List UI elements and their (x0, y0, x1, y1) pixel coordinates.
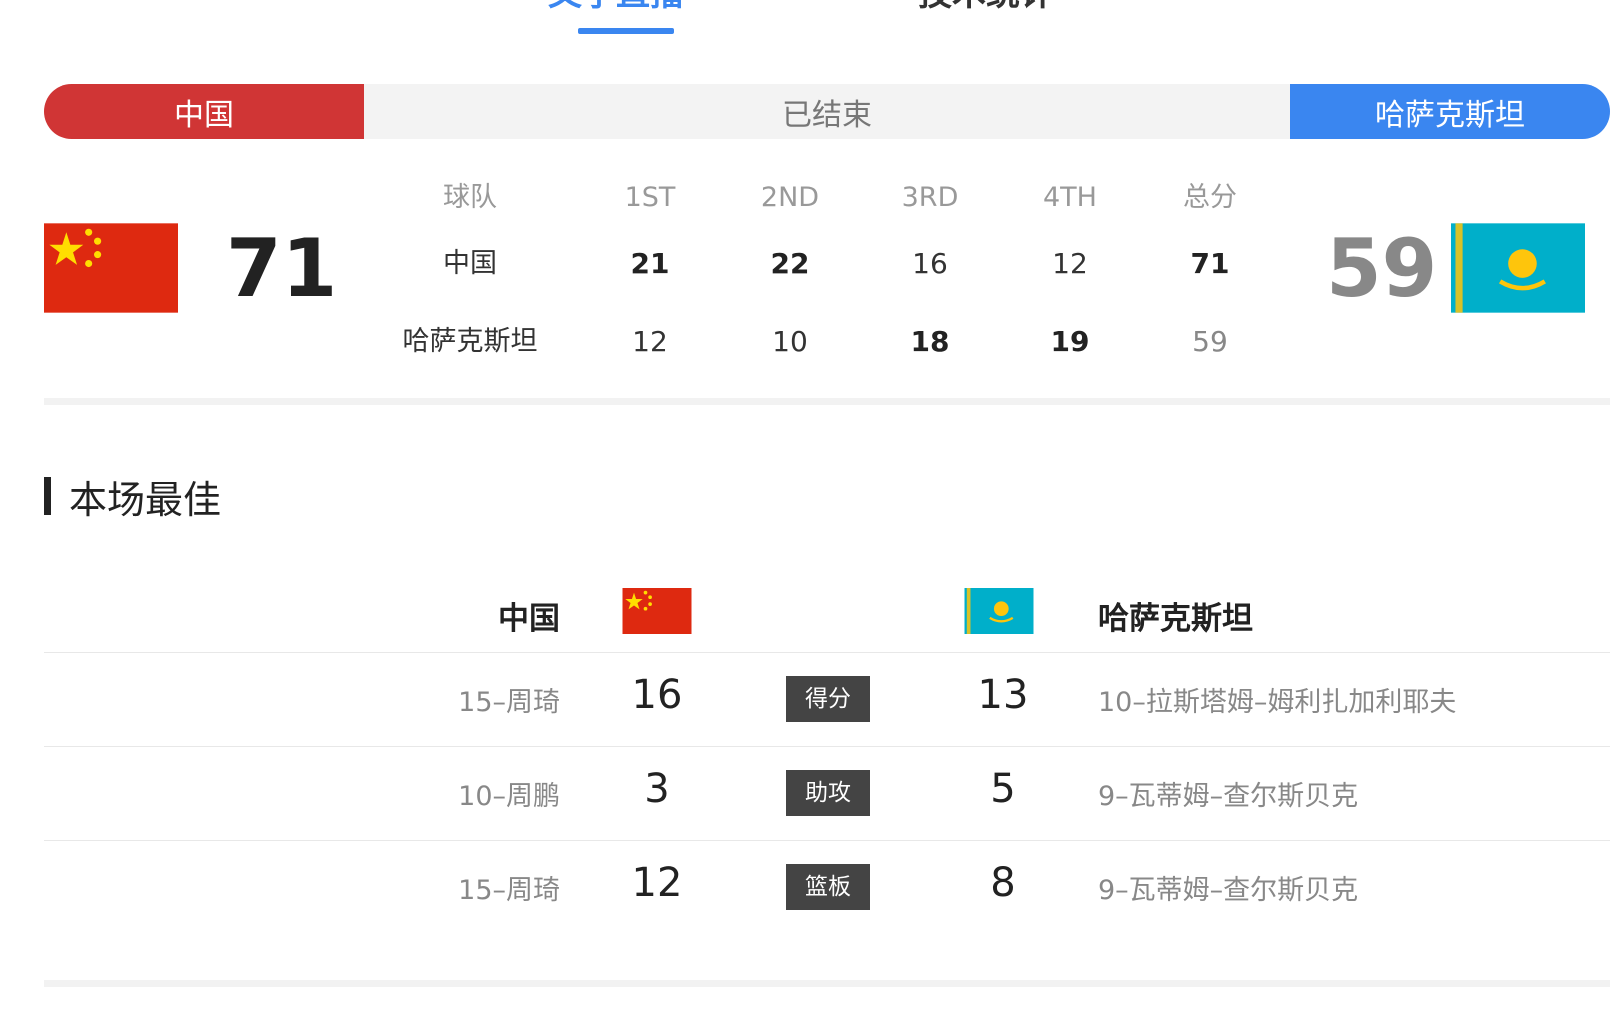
home-total-score: 71 (226, 222, 338, 315)
section-title: 本场最佳 (69, 477, 222, 522)
row-q4: 19 (1050, 325, 1090, 358)
table-row: 中国 21 22 16 12 71 (380, 234, 1260, 294)
stat-category-badge: 篮板 (786, 864, 870, 910)
away-stat-value: 8 (990, 860, 1016, 906)
best-away-team-name: 哈萨克斯坦 (1098, 601, 1253, 637)
tab-live[interactable]: 文字直播 (548, 0, 684, 15)
row-team: 中国 (443, 248, 497, 279)
home-player-name[interactable]: 10–周鹏 (380, 774, 560, 813)
tab-bar: 文字直播 技术统计 (0, 0, 1610, 40)
row-q4: 12 (1052, 247, 1088, 280)
best-home-team-name: 中国 (498, 601, 560, 637)
row-q3: 16 (912, 247, 948, 280)
row-q1: 12 (632, 325, 668, 358)
match-status: 已结束 (782, 97, 872, 133)
home-team-banner[interactable]: 中国 (44, 84, 364, 139)
row-q3: 18 (910, 325, 950, 358)
china-flag-icon (44, 223, 178, 313)
best-stat-row: 15–周琦 12 篮板 8 9–瓦蒂姆–查尔斯贝克 (0, 840, 1610, 935)
row-team: 哈萨克斯坦 (402, 326, 538, 357)
header-q2: 2ND (760, 182, 820, 213)
home-stat-value: 12 (631, 860, 683, 906)
away-team-banner[interactable]: 哈萨克斯坦 (1290, 84, 1610, 139)
best-stat-row: 15–周琦 16 得分 13 10–拉斯塔姆–姆利扎加利耶夫 (0, 652, 1610, 747)
header-q1: 1ST (624, 182, 676, 213)
heading-accent-bar (44, 477, 51, 515)
home-player-name[interactable]: 15–周琦 (380, 868, 560, 907)
china-flag-icon (622, 588, 692, 634)
row-total: 71 (1190, 247, 1230, 280)
away-stat-value: 5 (990, 766, 1016, 812)
table-row: 哈萨克斯坦 12 10 18 19 59 (380, 312, 1260, 372)
row-q2: 10 (772, 325, 808, 358)
best-stat-row: 10–周鹏 3 助攻 5 9–瓦蒂姆–查尔斯贝克 (0, 746, 1610, 841)
away-player-name[interactable]: 9–瓦蒂姆–查尔斯贝克 (1098, 868, 1358, 907)
home-stat-value: 3 (644, 766, 670, 812)
row-q2: 22 (770, 247, 810, 280)
best-players-heading: 本场最佳 (44, 472, 221, 522)
kazakhstan-flag-icon (964, 588, 1034, 634)
stat-category-badge: 助攻 (786, 770, 870, 816)
quarter-table-header: 球队 1ST 2ND 3RD 4TH 总分 (380, 168, 1260, 228)
section-divider (44, 980, 1610, 987)
stat-category-badge: 得分 (786, 676, 870, 722)
header-team: 球队 (443, 182, 497, 213)
header-q3: 3RD (901, 182, 959, 213)
header-total: 总分 (1183, 182, 1237, 213)
away-stat-value: 13 (977, 672, 1029, 718)
active-tab-indicator (578, 28, 674, 34)
away-player-name[interactable]: 9–瓦蒂姆–查尔斯贝克 (1098, 774, 1358, 813)
row-total: 59 (1192, 325, 1228, 358)
away-total-score: 59 (1326, 222, 1438, 315)
home-player-name[interactable]: 15–周琦 (380, 680, 560, 719)
away-player-name[interactable]: 10–拉斯塔姆–姆利扎加利耶夫 (1098, 680, 1456, 719)
home-stat-value: 16 (631, 672, 683, 718)
section-divider (44, 398, 1610, 405)
match-banner: 中国 已结束 哈萨克斯坦 (44, 84, 1610, 139)
tab-stats[interactable]: 技术统计 (918, 0, 1054, 15)
row-q1: 21 (630, 247, 670, 280)
kazakhstan-flag-icon (1451, 223, 1585, 313)
header-q4: 4TH (1043, 182, 1097, 213)
